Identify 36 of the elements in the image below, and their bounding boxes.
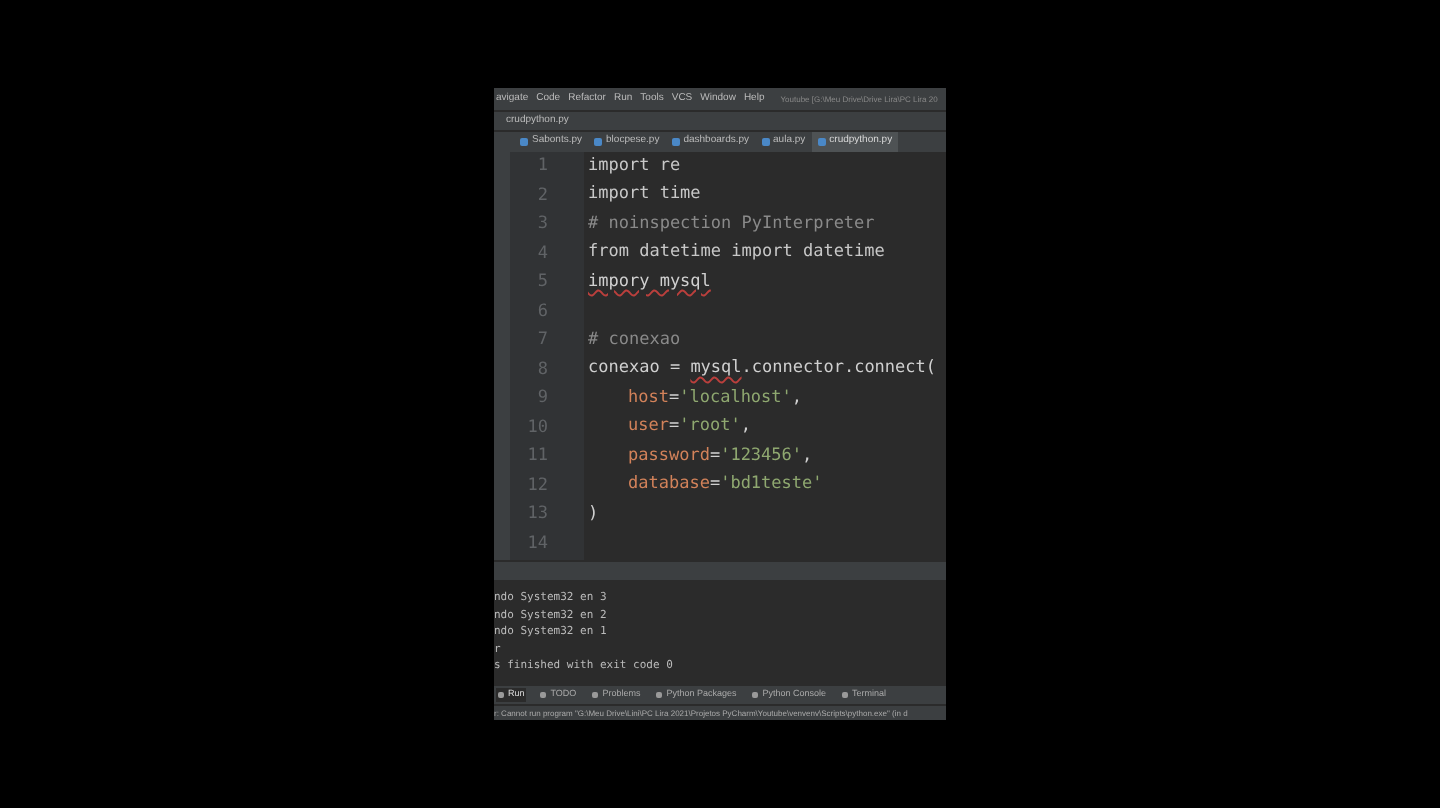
code-text: = bbox=[668, 414, 680, 441]
code-text: '123456' bbox=[720, 443, 803, 470]
tool-icon bbox=[752, 692, 759, 698]
code-text: # noinspection PyInterpreter bbox=[588, 211, 875, 238]
python-file-icon bbox=[817, 138, 826, 146]
code-text: 'bd1teste' bbox=[720, 472, 823, 499]
code-text: , bbox=[802, 443, 813, 470]
code-text: = bbox=[709, 443, 721, 470]
code-text: 'localhost' bbox=[679, 385, 792, 412]
code-text: from datetime import datetime bbox=[588, 240, 885, 267]
code-text: user bbox=[628, 414, 669, 441]
code-text: # conexao bbox=[588, 327, 681, 354]
code-text: mysql bbox=[690, 356, 742, 383]
code-text: = bbox=[709, 472, 721, 499]
code-text: import re bbox=[588, 153, 681, 180]
code-text: ) bbox=[588, 501, 599, 528]
python-file-icon bbox=[520, 138, 528, 146]
code-text: , bbox=[791, 385, 803, 412]
tool-icon bbox=[592, 692, 599, 698]
python-file-icon bbox=[761, 138, 770, 146]
code-text: import time bbox=[588, 182, 701, 209]
code-text: impory mysql bbox=[588, 269, 711, 296]
tool-icon bbox=[656, 692, 663, 698]
code-text: 'root' bbox=[679, 414, 741, 441]
code-text: host bbox=[628, 385, 669, 412]
python-file-icon bbox=[671, 138, 680, 146]
code-text: .connector.connect( bbox=[741, 356, 937, 383]
code-text: database bbox=[628, 472, 710, 499]
tool-icon bbox=[842, 692, 849, 698]
code-text: password bbox=[628, 443, 710, 470]
tool-icon bbox=[540, 692, 547, 698]
tool-icon bbox=[498, 692, 504, 698]
code-text: conexao = bbox=[588, 356, 683, 383]
python-file-icon bbox=[594, 138, 603, 146]
code-text: = bbox=[668, 385, 680, 412]
code-text: , bbox=[740, 414, 751, 441]
